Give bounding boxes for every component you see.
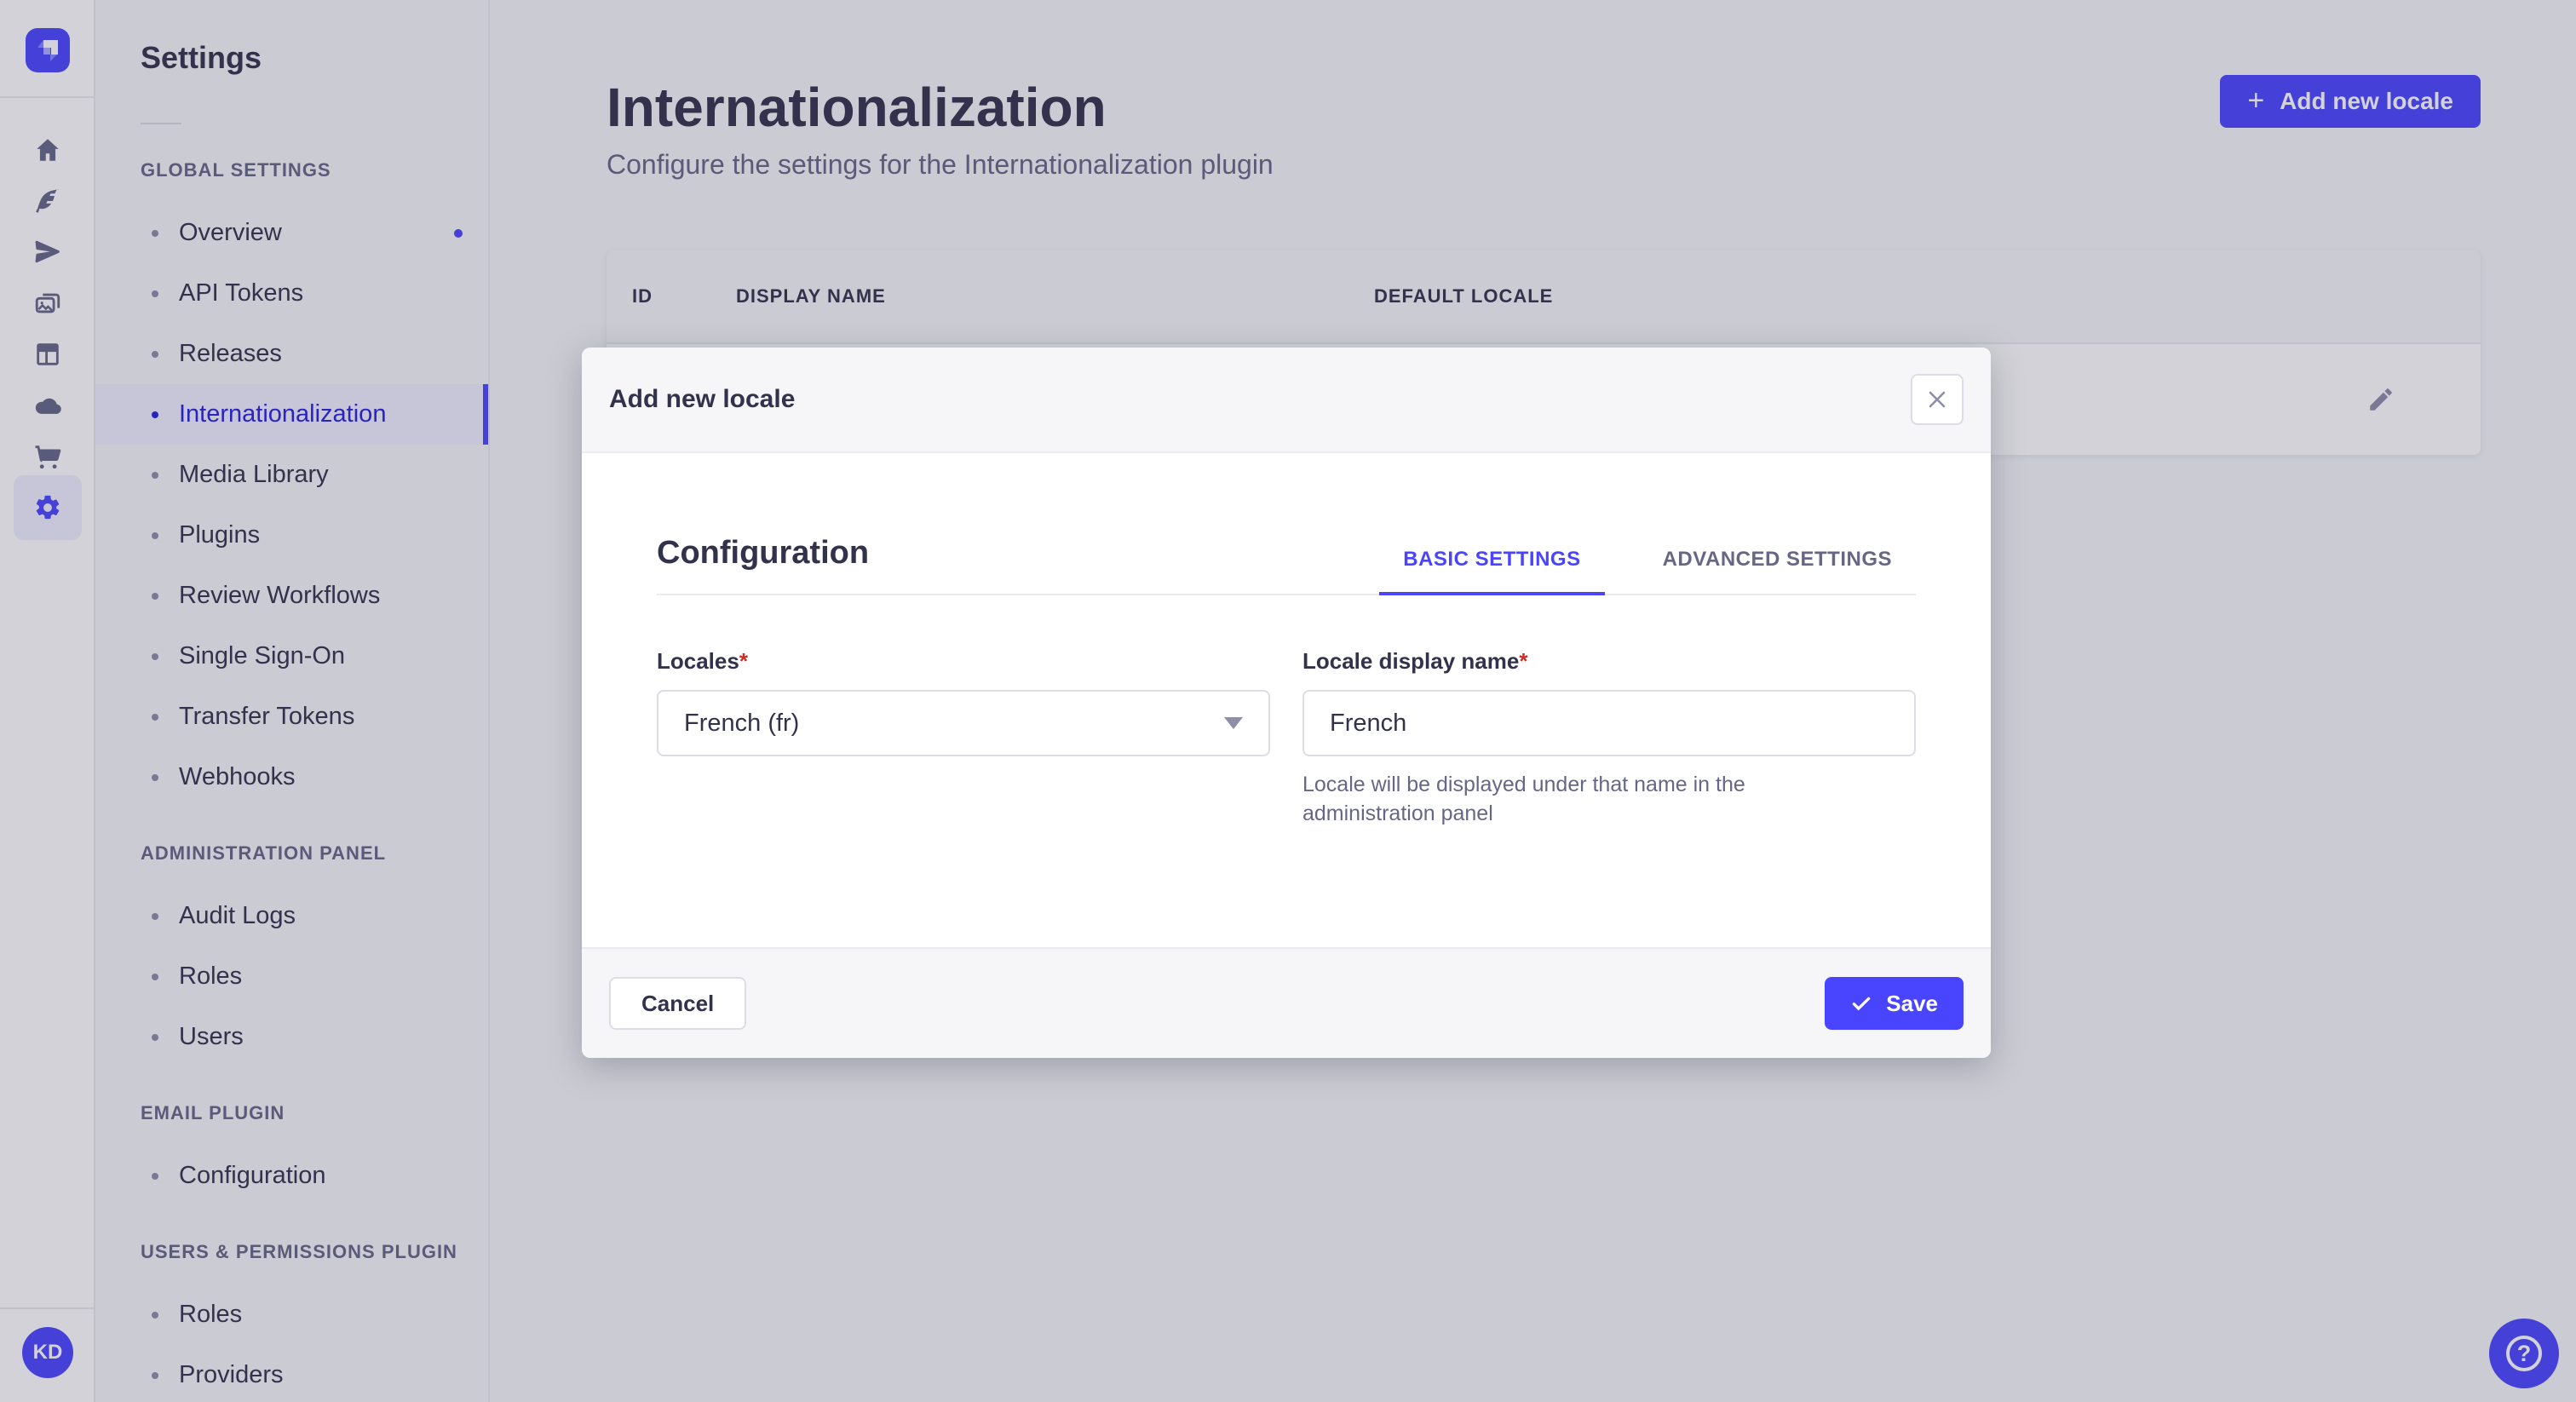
required-asterisk: * — [739, 648, 748, 674]
required-asterisk: * — [1519, 648, 1528, 674]
modal-body: Configuration BASIC SETTINGS ADVANCED SE… — [582, 535, 1991, 828]
display-name-field: Locale display name* Locale will be disp… — [1302, 648, 1916, 828]
add-new-locale-modal: Add new locale Configuration BASIC SETTI… — [582, 348, 1991, 1058]
close-icon — [1929, 391, 1946, 408]
chevron-down-icon — [1224, 717, 1243, 729]
modal-title: Add new locale — [609, 385, 796, 413]
tab-advanced-settings[interactable]: ADVANCED SETTINGS — [1639, 548, 1916, 594]
settings-tabs: BASIC SETTINGS ADVANCED SETTINGS — [1379, 548, 1916, 595]
display-name-label: Locale display name* — [1302, 648, 1528, 674]
modal-header: Add new locale — [582, 348, 1991, 453]
tab-basic-settings[interactable]: BASIC SETTINGS — [1379, 548, 1605, 595]
display-name-hint: Locale will be displayed under that name… — [1302, 773, 1745, 825]
configuration-heading: Configuration — [657, 535, 870, 571]
cancel-button[interactable]: Cancel — [609, 977, 747, 1030]
locales-label: Locales* — [657, 648, 748, 674]
close-button[interactable] — [1911, 374, 1964, 425]
save-button[interactable]: Save — [1825, 977, 1964, 1030]
locales-select[interactable]: French (fr) — [657, 690, 1270, 756]
check-icon — [1852, 997, 1871, 1011]
modal-footer: Cancel Save — [582, 947, 1991, 1058]
locales-field: Locales* French (fr) — [657, 648, 1270, 828]
display-name-input[interactable] — [1302, 690, 1916, 756]
